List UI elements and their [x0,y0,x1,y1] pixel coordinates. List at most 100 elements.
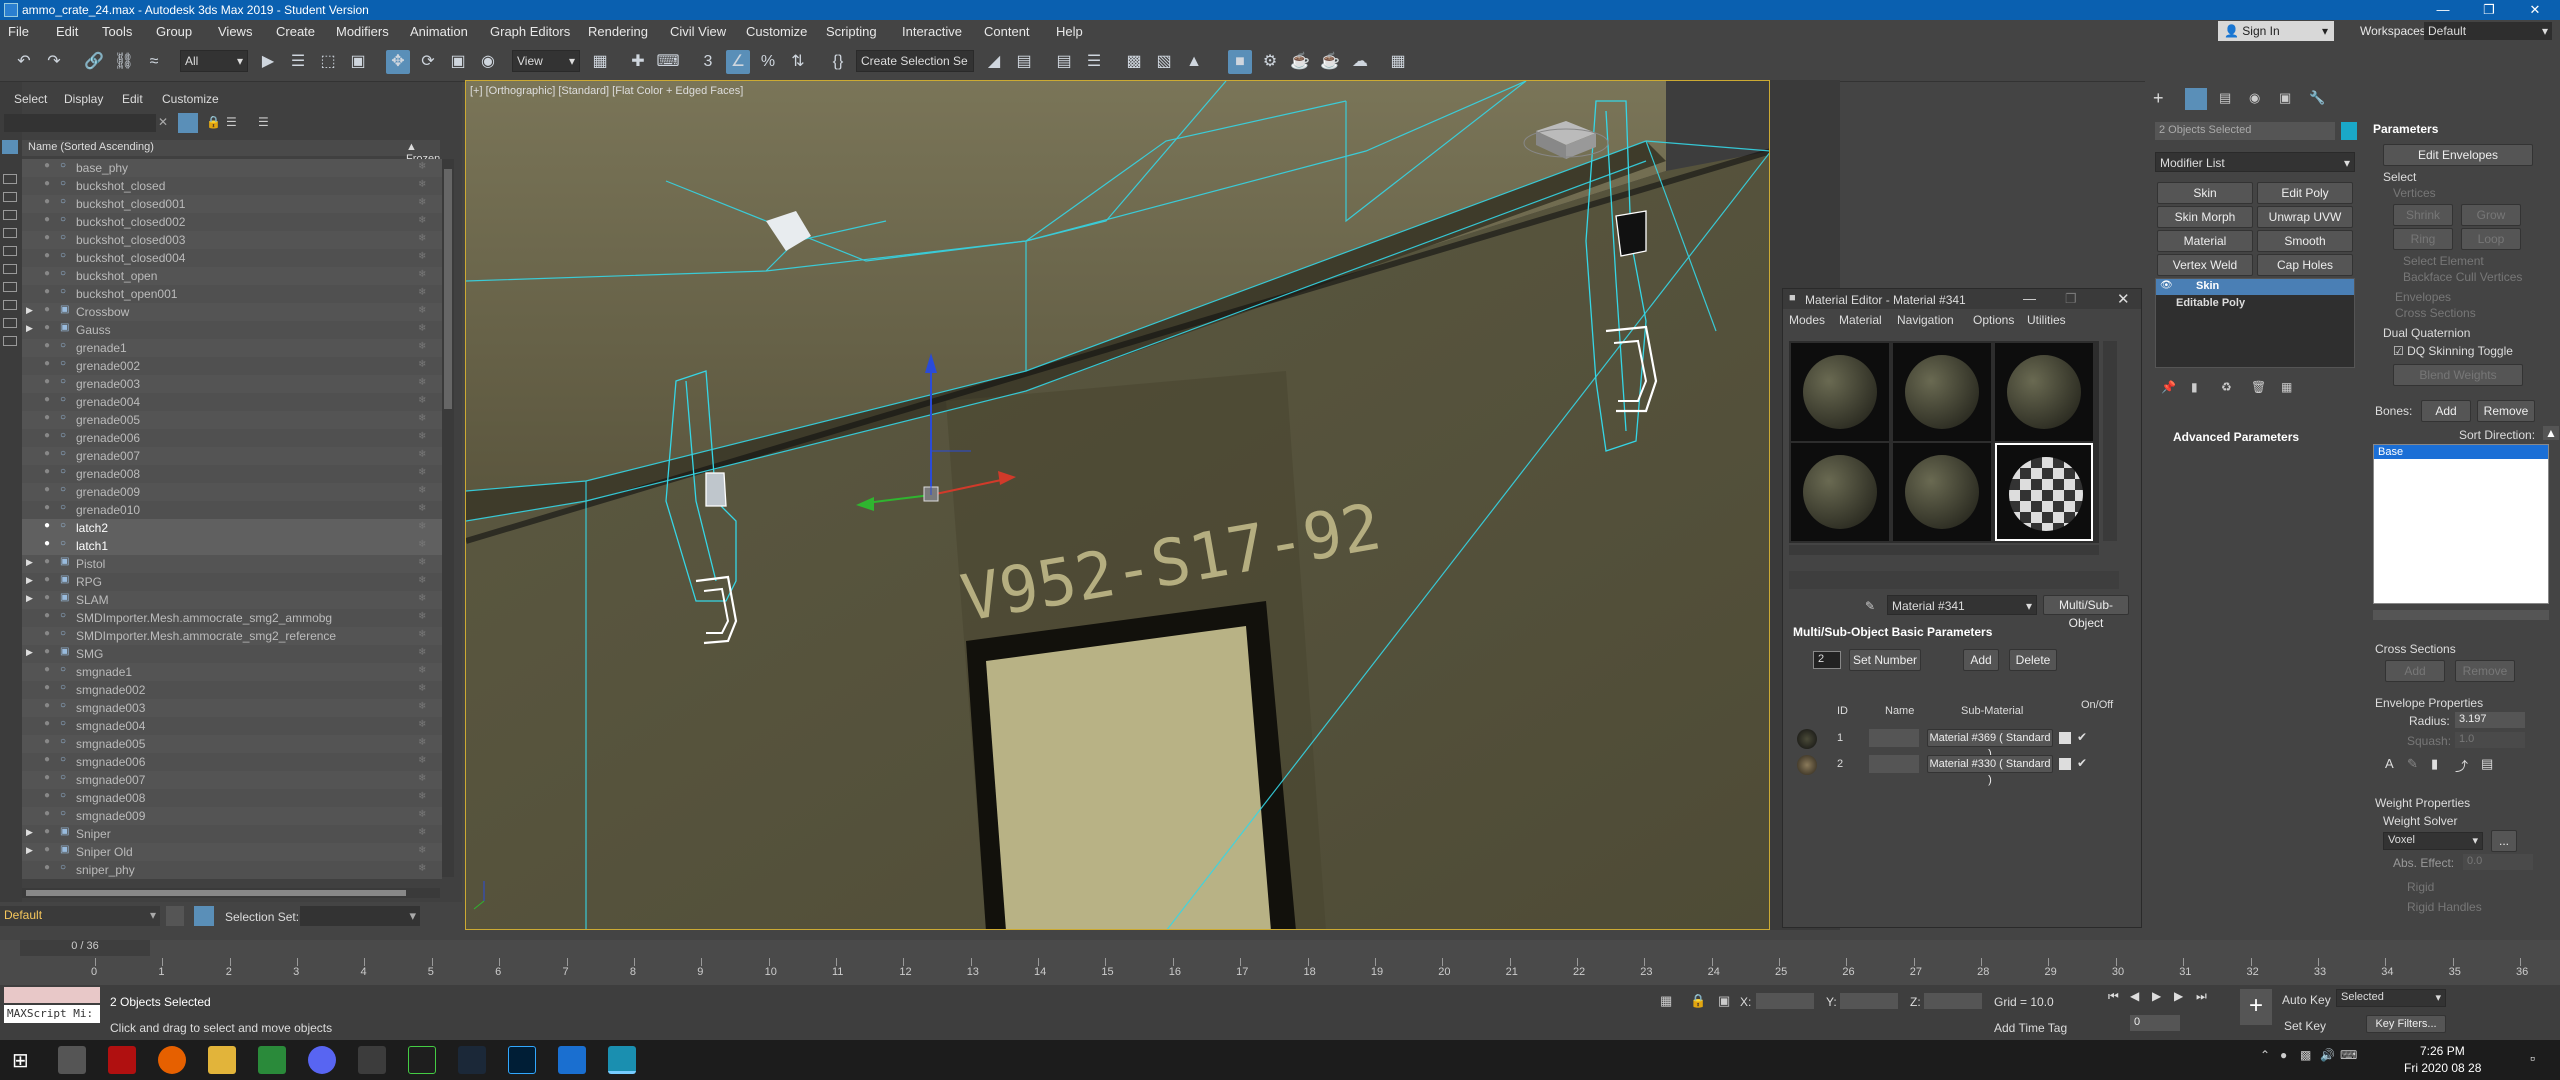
explorer-row[interactable]: ● ○ buckshot_closed001 ❄ [22,195,442,213]
schematic-view-icon[interactable]: ▲ [1182,50,1206,74]
folder-icon[interactable] [358,1046,386,1074]
rigid-checkbox[interactable]: Rigid [2407,880,2434,894]
loop-button[interactable]: Loop [2461,228,2521,250]
unlink-icon[interactable]: ⛓ [112,50,136,74]
visibility-icon[interactable]: ● [44,646,50,657]
key-filters-button[interactable]: Key Filters... [2366,1015,2446,1033]
z-coord-input[interactable] [1924,993,1982,1009]
freeze-icon[interactable]: ❄ [418,377,426,388]
parameters-rollout[interactable]: Parameters [2373,122,2438,136]
maxscript-listener-top[interactable] [4,987,100,1003]
add-time-tag[interactable]: Add Time Tag [1994,1021,2067,1035]
freeze-icon[interactable]: ❄ [418,197,426,208]
relative-icon[interactable]: ✎ [2407,756,2418,772]
submaterial-color[interactable] [2059,758,2071,770]
menu-content[interactable]: Content [984,24,1030,39]
advanced-parameters-rollout[interactable]: Advanced Parameters [2173,430,2299,444]
sample-slot[interactable] [1893,443,1991,541]
object-filter-icon[interactable] [3,264,17,274]
col-id[interactable]: ID [1837,705,1848,717]
link-icon[interactable]: 🔗 [82,50,106,74]
visibility-icon[interactable]: ● [44,502,50,513]
freeze-icon[interactable]: ❄ [418,791,426,802]
freeze-icon[interactable]: ❄ [418,665,426,676]
visibility-icon[interactable]: ● [44,682,50,693]
explorer-row[interactable]: ● ○ smgnade005 ❄ [22,735,442,753]
keyboard-shortcut-icon[interactable]: ⌨ [656,50,680,74]
voxel-settings-button[interactable]: ... [2491,830,2517,852]
freeze-icon[interactable]: ❄ [418,485,426,496]
menu-tools[interactable]: Tools [102,24,132,39]
falloff-icon[interactable]: ⤴ [2455,756,2468,775]
rotate-icon[interactable]: ⟳ [416,50,440,74]
clear-search-icon[interactable]: ✕ [158,115,168,129]
percent-snap-icon[interactable]: % [756,50,780,74]
angle-snap-icon[interactable]: ∠ [726,50,750,74]
sample-slot[interactable] [1791,343,1889,441]
mod-smooth-button[interactable]: Smooth [2257,230,2353,252]
freeze-icon[interactable]: ❄ [418,449,426,460]
mod-vertexweld-button[interactable]: Vertex Weld [2157,254,2253,276]
submaterial-name-input[interactable] [1869,755,1919,773]
3dsmax-taskbar-icon[interactable] [608,1046,636,1074]
object-color-swatch[interactable] [2341,122,2357,140]
freeze-icon[interactable]: ❄ [418,611,426,622]
time-slider[interactable]: 0 / 36 [20,940,150,956]
lock-icon[interactable]: 🔒 [206,115,221,129]
visibility-icon[interactable]: ● [44,412,50,423]
visibility-icon[interactable]: ● [44,340,50,351]
copy-paste-icon[interactable]: ▤ [2481,756,2493,772]
explorer-row[interactable]: ● ○ base_phy ❄ [22,159,442,177]
a360-gallery-icon[interactable]: ▦ [1386,50,1410,74]
sample-scrollbar[interactable] [2103,341,2117,541]
delete-submaterial-button[interactable]: Delete [2009,649,2057,671]
explorer-row[interactable]: ▶ ● ▣ Pistol ❄ [22,555,442,573]
minimize-icon[interactable]: — [2420,0,2466,20]
freeze-icon[interactable]: ❄ [418,413,426,424]
app-icon-red[interactable] [108,1046,136,1074]
explorer-row[interactable]: ● ○ buckshot_closed003 ❄ [22,231,442,249]
visibility-icon[interactable]: ● [44,538,50,549]
grow-button[interactable]: Grow [2461,204,2521,226]
discord-icon[interactable] [308,1046,336,1074]
filter-icon[interactable] [178,113,198,133]
freeze-icon[interactable]: ❄ [418,251,426,262]
visibility-icon[interactable]: ● [44,790,50,801]
ref-coord-dropdown[interactable]: View ▾ [512,50,580,72]
explorer-row[interactable]: ● ○ buckshot_closed004 ❄ [22,249,442,267]
cross-add-button[interactable]: Add [2385,660,2445,682]
backface-cull-checkbox[interactable]: Backface Cull Vertices [2403,270,2522,284]
close-icon[interactable]: ✕ [2512,0,2558,20]
expand-icon[interactable]: ▶ [26,305,33,316]
isolate-icon[interactable]: ▦ [1660,993,1672,1009]
stack-item-editpoly[interactable]: Editable Poly [2156,296,2354,312]
visibility-icon[interactable]: ● [44,160,50,171]
object-filter-icon[interactable] [3,174,17,184]
voxel-dropdown[interactable]: Voxel ▾ [2383,832,2483,850]
freeze-icon[interactable]: ❄ [418,305,426,316]
keyboard-icon[interactable]: ⌨ [2340,1048,2357,1062]
mated-menu-options[interactable]: Options [1973,313,2014,327]
object-filter-icon[interactable] [3,336,17,346]
eye-icon[interactable]: 👁 [2160,280,2173,291]
col-name-header[interactable]: Name (Sorted Ascending) [28,141,154,153]
remove-modifier-icon[interactable]: 🗑 [2251,380,2266,394]
rect-selection-icon[interactable]: ⬚ [316,50,340,74]
visibility-icon[interactable]: ● [44,394,50,405]
signin-dropdown[interactable]: 👤 Sign In ▾ [2218,21,2334,41]
layer-explorer-icon[interactable] [166,906,184,926]
explorer-row[interactable]: ▶ ● ▣ SMG ❄ [22,645,442,663]
explorer-row[interactable]: ▶ ● ▣ Sniper Old ❄ [22,843,442,861]
visibility-icon[interactable]: ● [44,700,50,711]
file-explorer-icon[interactable] [208,1046,236,1074]
freeze-icon[interactable]: ❄ [418,701,426,712]
display-tab-icon[interactable]: ▣ [2279,90,2291,106]
mod-material-button[interactable]: Material [2157,230,2253,252]
hierarchy-icon[interactable]: ☰ [226,115,237,129]
freeze-icon[interactable]: ❄ [418,467,426,478]
explorer-row[interactable]: ● ○ smgnade007 ❄ [22,771,442,789]
mated-menu-material[interactable]: Material [1839,313,1882,327]
visibility-icon[interactable]: ● [44,376,50,387]
app-g-icon[interactable] [558,1046,586,1074]
redo-icon[interactable]: ↷ [42,50,66,74]
